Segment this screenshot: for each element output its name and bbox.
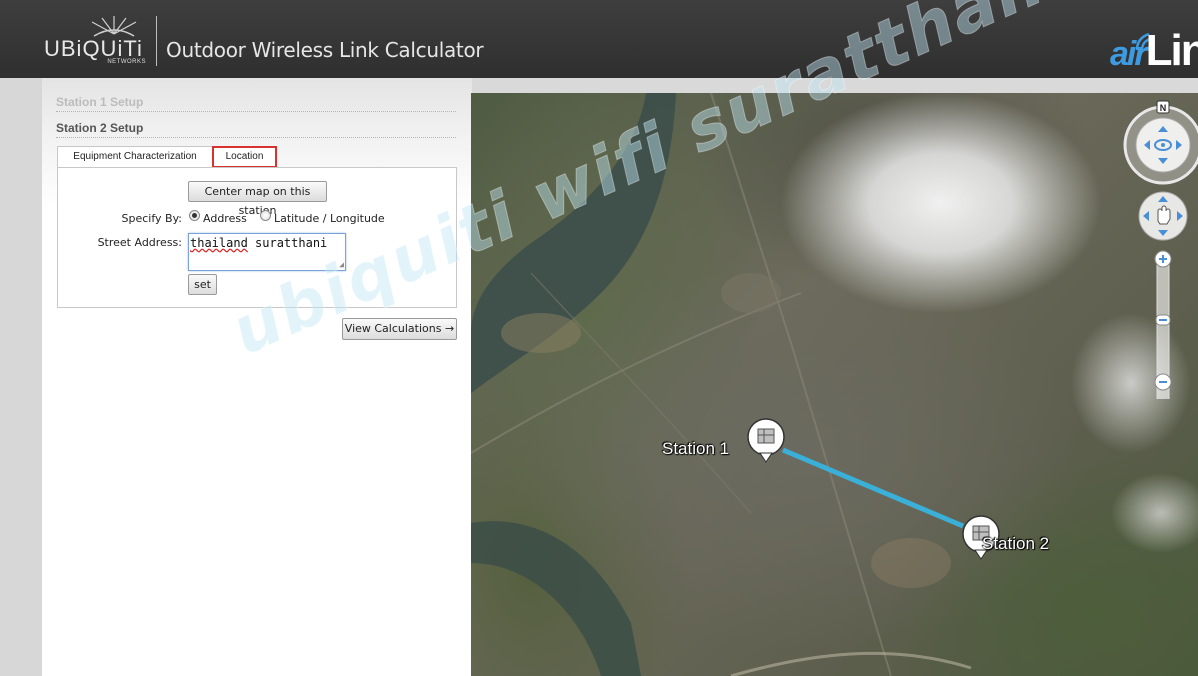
station-2-label: Station 2 bbox=[982, 534, 1050, 553]
set-address-button[interactable]: set bbox=[188, 274, 217, 295]
map-navigation-controls: N bbox=[1123, 100, 1198, 399]
lat-long-radio-label[interactable]: Latitude / Longitude bbox=[274, 212, 385, 225]
address-radio[interactable] bbox=[189, 210, 200, 221]
view-calculations-button[interactable]: View Calculations → bbox=[342, 318, 457, 340]
street-address-label: Street Address: bbox=[97, 236, 182, 249]
address-radio-label[interactable]: Address bbox=[203, 212, 247, 225]
map-features bbox=[471, 93, 972, 676]
header-divider bbox=[156, 16, 157, 66]
terrain-patch bbox=[871, 538, 951, 588]
specify-by-label: Specify By: bbox=[121, 212, 182, 225]
road bbox=[730, 651, 972, 676]
left-margin bbox=[0, 78, 42, 676]
hand-icon[interactable] bbox=[1157, 205, 1171, 225]
street-address-text: suratthani bbox=[247, 236, 328, 250]
station-1-setup-header[interactable]: Station 1 Setup bbox=[56, 95, 456, 112]
tab-location[interactable]: Location bbox=[212, 146, 277, 168]
location-tab-content: Center map on this station Specify By: A… bbox=[57, 167, 457, 308]
compass-north-label: N bbox=[1160, 103, 1167, 113]
terrain-patch bbox=[721, 273, 781, 313]
lat-long-radio[interactable] bbox=[260, 210, 271, 221]
airlink-logo-air: air bbox=[1110, 35, 1148, 73]
center-map-button[interactable]: Center map on this station bbox=[188, 181, 327, 217]
river-lower bbox=[471, 521, 641, 676]
street-address-text-misspelled: thailand bbox=[190, 236, 248, 250]
street-address-input[interactable]: thailand suratthani ◢ bbox=[188, 233, 346, 271]
road bbox=[530, 272, 752, 514]
app-title: Outdoor Wireless Link Calculator bbox=[166, 38, 484, 62]
river bbox=[471, 93, 676, 393]
airlink-logo-link: Link bbox=[1145, 26, 1198, 75]
resize-grip-icon[interactable]: ◢ bbox=[339, 260, 344, 269]
road bbox=[710, 93, 892, 676]
tab-equipment-characterization[interactable]: Equipment Characterization bbox=[57, 146, 213, 168]
link-line bbox=[782, 447, 964, 529]
setup-panel: Station 1 Setup Station 2 Setup Equipmen… bbox=[42, 78, 472, 676]
ubiquiti-logo: UBiQUiTi NETWORKS bbox=[44, 16, 152, 68]
terrain-patch bbox=[501, 313, 581, 353]
station-1-label: Station 1 bbox=[662, 439, 730, 458]
station-1-marker-icon[interactable] bbox=[746, 417, 786, 463]
logo-subtext: NETWORKS bbox=[107, 59, 146, 65]
station-2-setup-header[interactable]: Station 2 Setup bbox=[56, 121, 456, 138]
satellite-map[interactable]: Station 1 Station 2 N bbox=[471, 93, 1198, 676]
airlink-logo: airLink bbox=[1110, 26, 1198, 76]
app-header: UBiQUiTi NETWORKS Outdoor Wireless Link … bbox=[0, 0, 1198, 78]
